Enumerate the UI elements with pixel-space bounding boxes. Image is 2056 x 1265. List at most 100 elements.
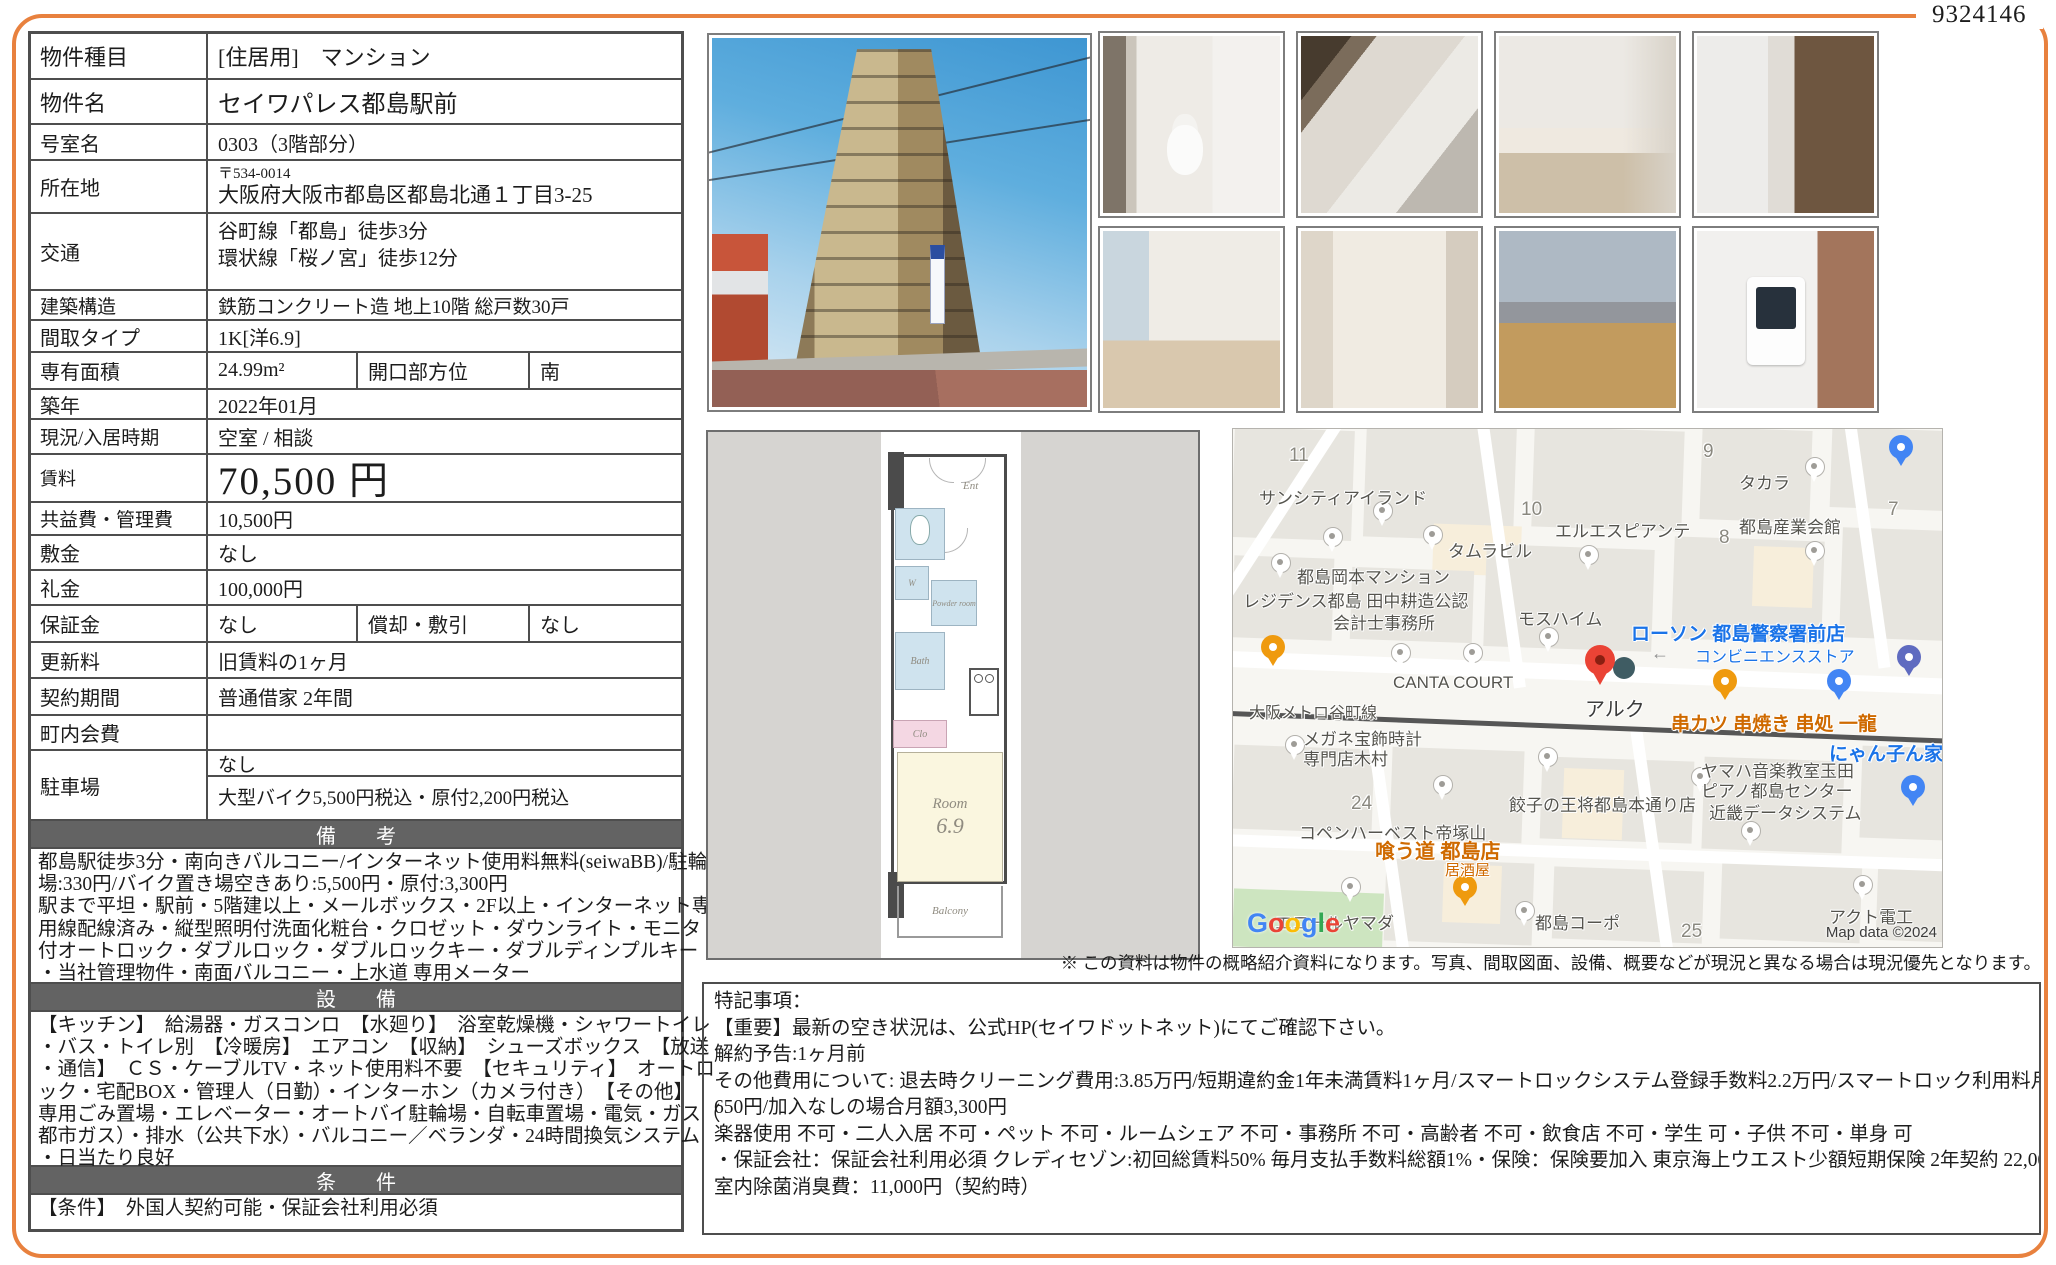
row-label-2: 償却・敷引 [358,606,530,641]
store-pin-icon [1827,669,1851,693]
row-label: 物件名 [31,80,208,123]
main-photo-building-exterior [707,33,1092,412]
place-pin-icon [1285,735,1305,755]
row-label-2: 開口部方位 [358,353,530,388]
place-pin-icon [1853,875,1873,895]
table-row: 賃料 70,500 円 [31,453,681,501]
row-value: 普通借家 2年間 [208,679,681,714]
building-photo [712,38,1087,407]
row-label: 賃料 [31,455,208,501]
row-value: 100,000円 [208,571,681,604]
table-row: 礼金 100,000円 [31,569,681,604]
place-pin-icon [1579,545,1599,565]
table-row: 所在地 〒534-0014 大阪府大阪市都島区都島北通１丁目3-25 [31,159,681,212]
floorplan-room-size: 6.9 [936,813,964,839]
row-label: 所在地 [31,161,208,212]
map-label: 近畿データシステム [1709,799,1862,824]
row-value: なし [208,606,358,641]
intercom-unit [1747,277,1805,365]
map-label: タカラ [1739,469,1790,494]
row-value [208,716,681,749]
row-label: 専有面積 [31,353,208,388]
map-label: 都島岡本マンション [1297,563,1450,588]
row-label: 現況/入居時期 [31,420,208,453]
floorplan-drawing: Ent W Powder room Bath Clo Room 6.9 Balc… [881,432,1021,958]
map-label: 居酒屋 [1445,859,1490,880]
floorplan-washer: W [895,566,929,600]
map-label: タムラビル [1448,537,1532,562]
place-pin-icon [1341,877,1361,897]
floorplan-label-ent: Ent [963,480,978,492]
row-label: 駐車場 [31,751,208,819]
map-label: サンシティアイランド [1259,484,1427,509]
thumb-photo-toilet [1098,31,1285,218]
thumb-photo-room-window [1098,226,1285,413]
thumb-photo-bathroom [1692,31,1879,218]
row-label: 保証金 [31,606,208,641]
document-id: 9324146 [1916,1,2043,29]
kitchen-stove-icon [969,668,999,716]
place-pin-icon [1515,901,1535,921]
bag-pin-icon [1901,775,1925,799]
toilet-icon [910,515,930,545]
cart-pin-icon [1889,435,1913,459]
entrance-banner [930,245,945,324]
car-pin-icon [1897,645,1921,669]
thumb-photo-balcony [1494,226,1681,413]
map-block-number: 25 [1681,921,1702,943]
section-header-equipment: 設 備 [31,982,681,1010]
notes-title: 特記事項： [714,989,2029,1016]
transit-line-1: 谷町線「都島」徒歩3分 [218,219,428,246]
place-pin-icon [1423,525,1443,545]
map-block-number: 7 [1888,499,1899,521]
table-row: 契約期間 普通借家 2年間 [31,677,681,714]
table-row: 建築構造 鉄筋コンクリート造 地上10階 総戸数30戸 [31,289,681,319]
map-label: 会計士事務所 [1333,609,1435,634]
place-pin-icon [1805,457,1825,477]
conditions-text: 【条件】 外国人契約可能・保証会社利用必須 [31,1193,681,1229]
brick-road [712,370,1087,407]
map-label: エルエスピアンテ [1555,517,1690,542]
table-row: 専有面積 24.99m² 開口部方位 南 [31,351,681,388]
map-label-aruku: アルク [1585,693,1645,722]
place-pin-icon [1539,627,1559,647]
parking-line-2: 大型バイク5,500円税込・原付2,200円税込 [208,777,681,819]
row-value: 0303（3階部分） [208,125,681,159]
parking-line-1: なし [208,751,681,777]
row-label: 町内会費 [31,716,208,749]
row-value: 鉄筋コンクリート造 地上10階 総戸数30戸 [208,291,681,319]
map-block-number: 11 [1289,445,1309,467]
floorplan-wc [895,508,945,560]
location-map: ← 11 9 タカラ 7 サンシティアイランド 10 エルエスピアンテ 8 都島… [1232,428,1943,948]
row-value: [住居用] マンション [208,34,681,78]
row-label: 間取タイプ [31,321,208,351]
row-label: 建築構造 [31,291,208,319]
row-value: 10,500円 [208,503,681,534]
one-way-arrow-icon: ← [1651,643,1669,664]
map-block-number: 9 [1703,441,1714,463]
map-attribution: Map data ©2024 [1826,924,1937,941]
map-label: 餃子の王将都島本通り店 [1509,791,1696,816]
table-row: 現況/入居時期 空室 / 相談 [31,418,681,453]
floorplan-balcony: Balcony [897,886,1003,938]
row-label: 交通 [31,214,208,289]
row-label: 敷金 [31,536,208,569]
section-header-remarks: 備 考 [31,819,681,847]
table-row: 更新料 旧賃料の1ヶ月 [31,641,681,677]
map-label: 専門店木村 [1303,745,1388,770]
row-label: 契約期間 [31,679,208,714]
postal-code: 〒534-0014 [218,166,291,183]
row-value: 2022年01月 [208,390,681,418]
table-row: 共益費・管理費 10,500円 [31,501,681,534]
row-value: 1K[洋6.9] [208,321,681,351]
place-pin-icon [1538,747,1558,767]
map-label: モスハイム [1518,605,1602,630]
street-shop [712,234,768,367]
disclaimer-text: ※ この資料は物件の概略紹介資料になります。写真、間取図面、設備、概要などが現況… [700,950,2041,975]
map-label: コンビニエンスストア [1695,643,1855,667]
table-row: 敷金 なし [31,534,681,569]
floorplan-powder-room: Powder room [931,580,977,626]
address: 大阪府大阪市都島区都島北通１丁目3-25 [218,183,593,208]
restaurant-pin-icon [1713,669,1737,693]
row-value: セイワパレス都島駅前 [208,80,681,123]
